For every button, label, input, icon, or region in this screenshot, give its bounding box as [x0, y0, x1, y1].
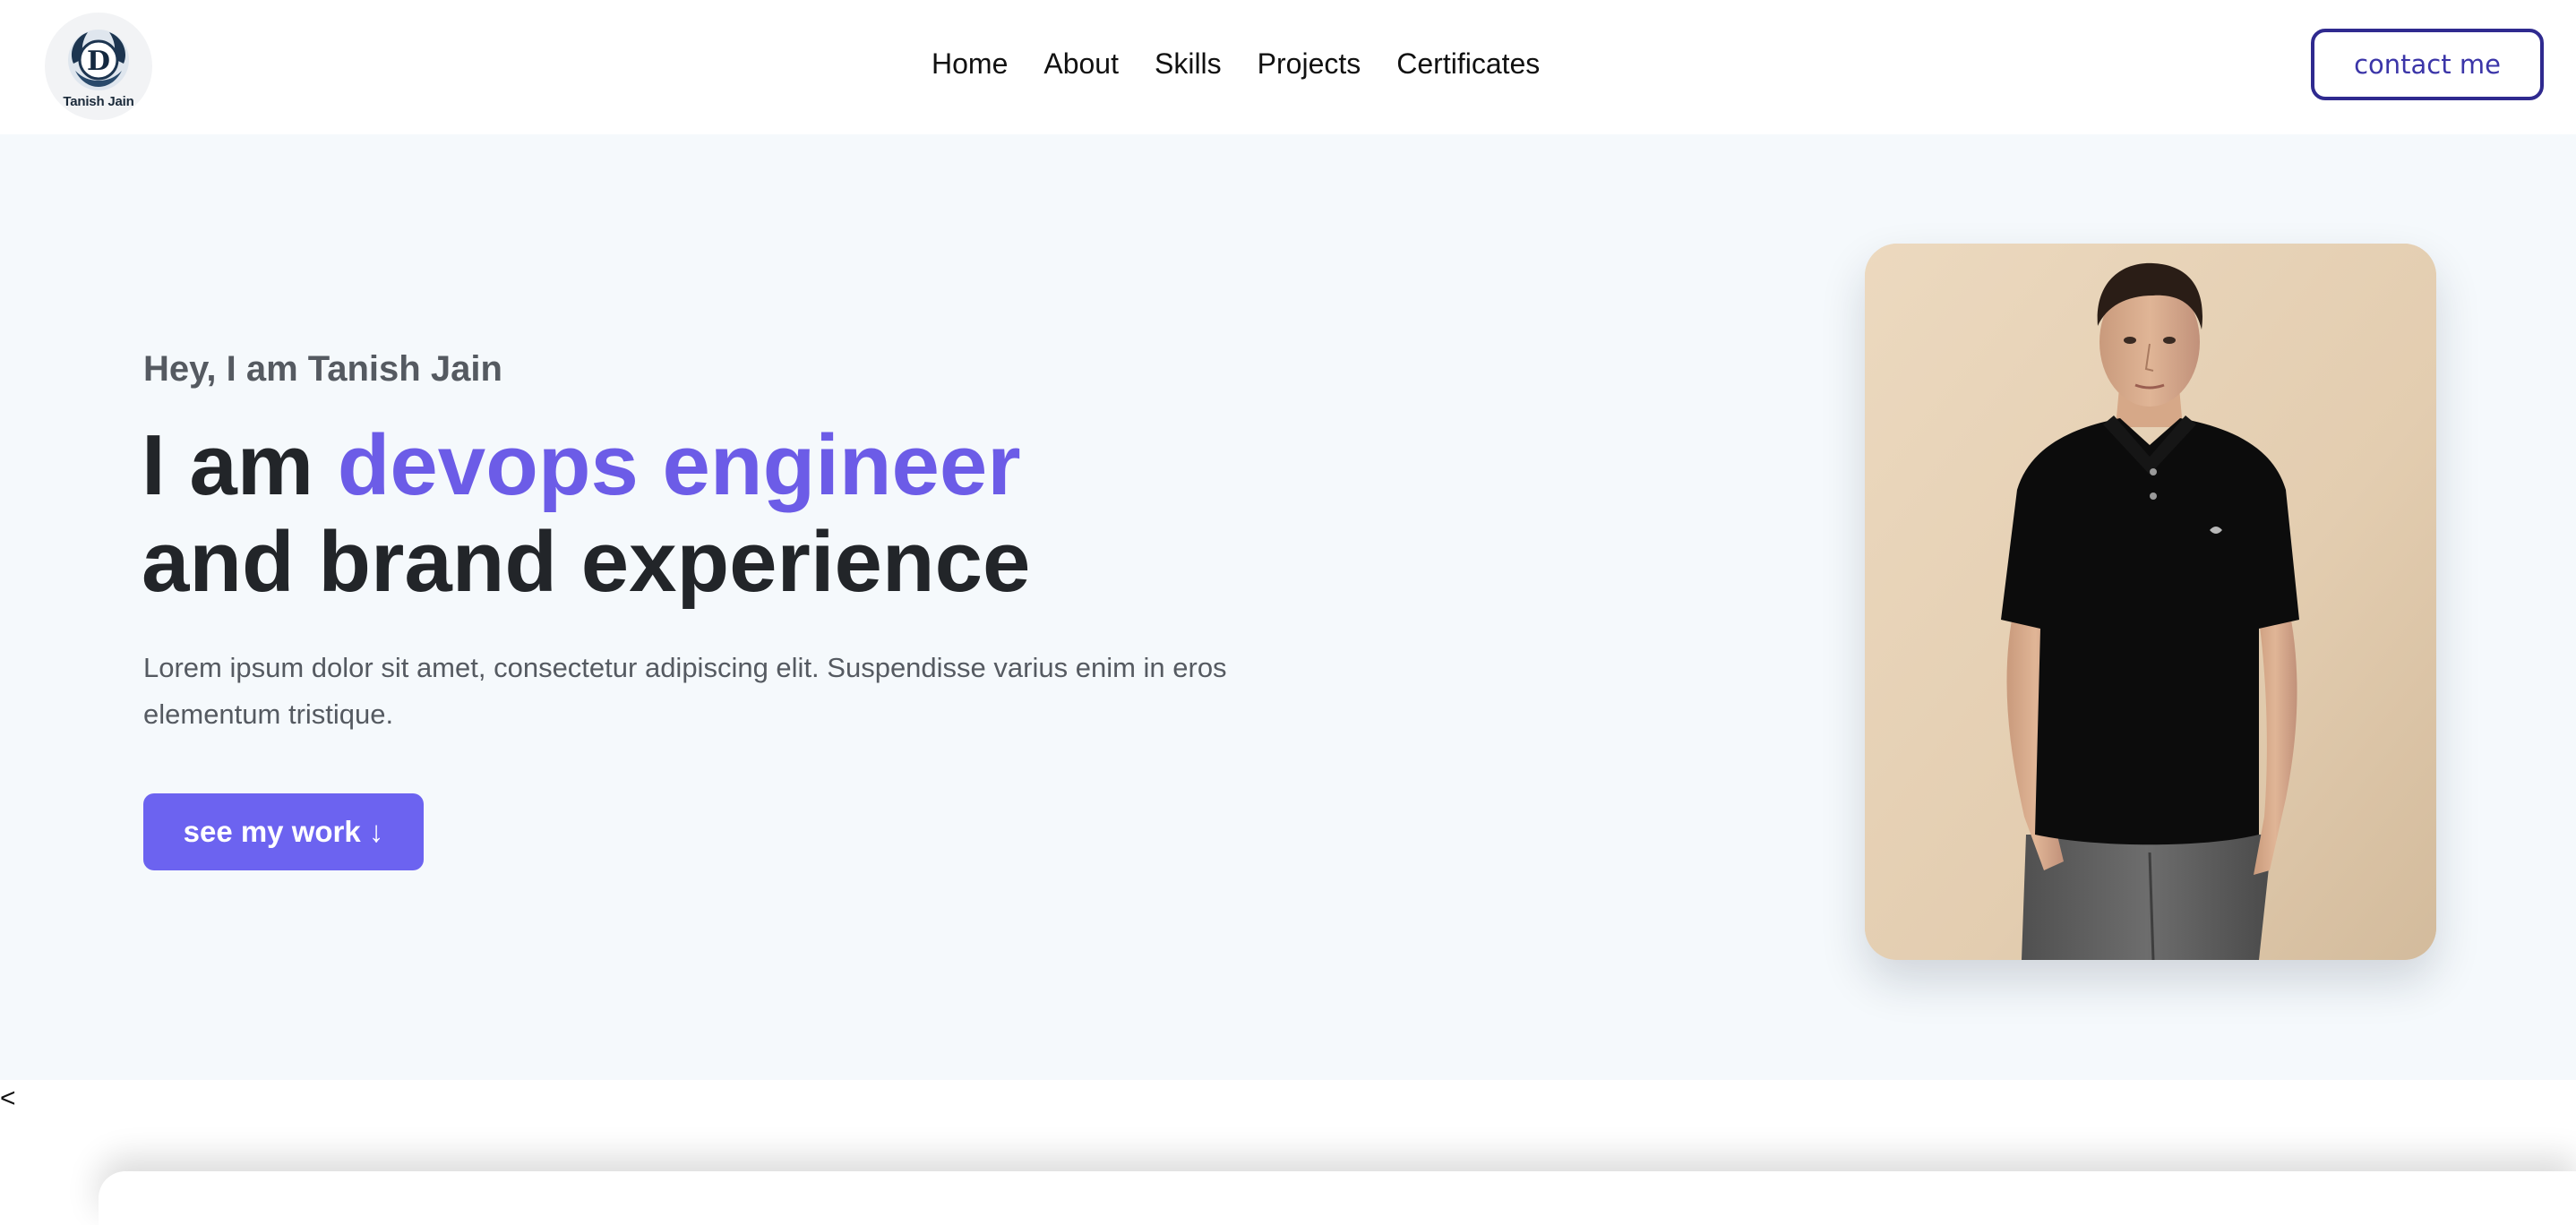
headline-prefix: I am — [142, 417, 338, 513]
nav-about[interactable]: About — [1043, 45, 1119, 82]
headline-accent: devops engineer — [337, 417, 1021, 513]
hero-section: Hey, I am Tanish Jain I am devops engine… — [0, 134, 2576, 1080]
nav-skills[interactable]: Skills — [1155, 45, 1222, 82]
profile-photo — [1865, 244, 2436, 960]
nav-home[interactable]: Home — [932, 45, 1008, 82]
logo-name: Tanish Jain — [63, 93, 134, 109]
person-portrait-image — [1865, 244, 2436, 960]
next-panel-edge — [99, 1171, 2576, 1225]
contact-me-button[interactable]: contact me — [2311, 29, 2544, 100]
hero-headline: I am devops engineer and brand experience — [142, 417, 1030, 611]
navbar: D Tanish Jain Home About Skills Projects… — [0, 0, 2576, 134]
see-my-work-button[interactable]: see my work ↓ — [143, 793, 424, 870]
nav-projects[interactable]: Projects — [1258, 45, 1361, 82]
hero-intro: Lorem ipsum dolor sit amet, consectetur … — [143, 652, 1227, 730]
headline-line2: and brand experience — [142, 514, 1031, 610]
hero-greeting: Hey, I am Tanish Jain — [143, 349, 502, 389]
main-nav: Home About Skills Projects Certificates — [932, 45, 1540, 82]
logo[interactable]: D Tanish Jain — [45, 13, 152, 120]
carousel-prev-arrow[interactable]: < — [0, 1084, 16, 1114]
logo-emblem-icon: D — [68, 29, 129, 90]
svg-text:D: D — [87, 46, 110, 77]
nav-certificates[interactable]: Certificates — [1396, 45, 1540, 82]
next-section: < — [0, 1080, 2576, 1225]
